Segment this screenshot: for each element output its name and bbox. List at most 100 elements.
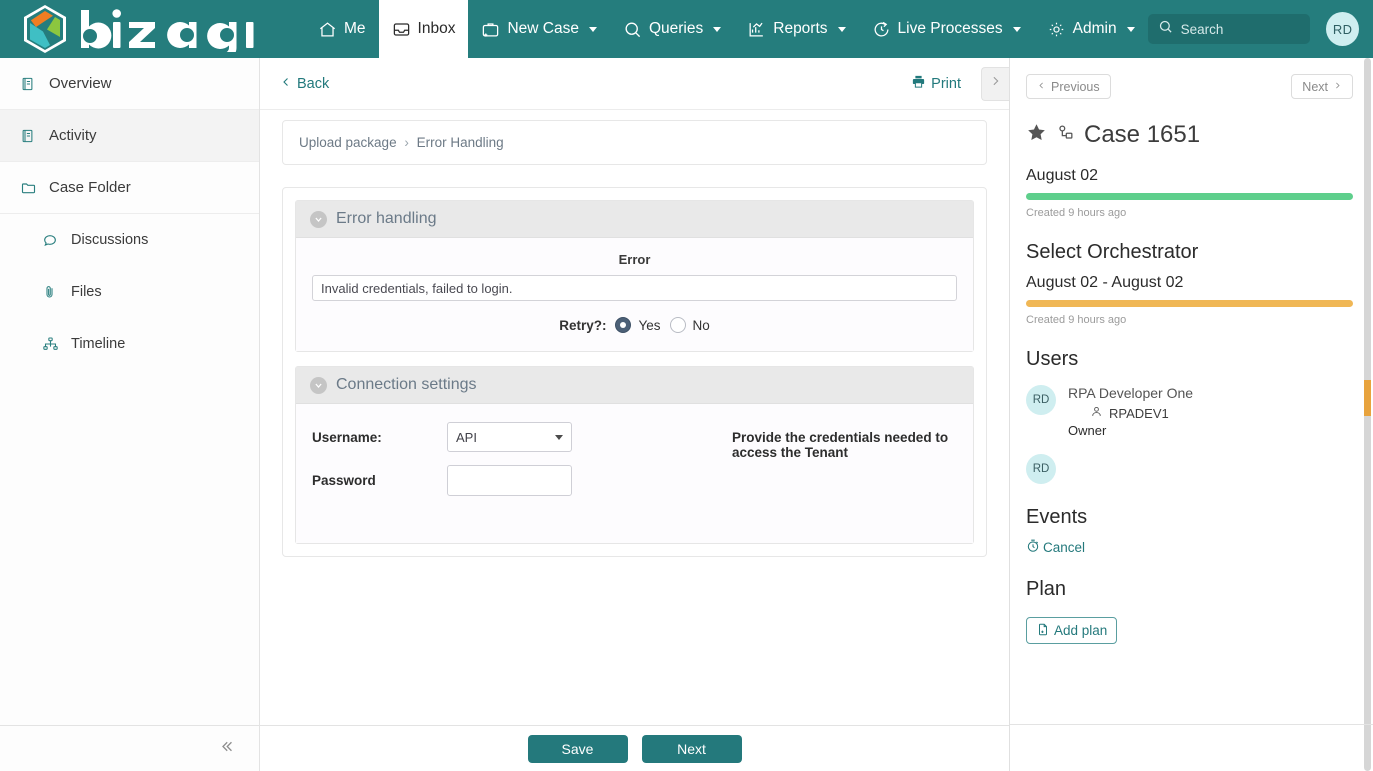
stage-heading: Select Orchestrator — [1026, 241, 1199, 263]
previous-case-button[interactable]: Previous — [1026, 74, 1111, 99]
username-row: Username: API — [312, 422, 732, 452]
retry-radio-group: Retry?: Yes No — [312, 317, 957, 333]
nav-label-queries: Queries — [648, 20, 704, 37]
case-details-panel: Previous Next Case 1651 August 02 Create… — [1010, 58, 1373, 771]
next-case-button[interactable]: Next — [1291, 74, 1353, 99]
right-panel-divider — [1010, 724, 1373, 725]
nav-item-live-processes[interactable]: Live Processes — [859, 0, 1034, 58]
bizagi-hexagon-icon — [24, 5, 66, 53]
search-input[interactable] — [1180, 21, 1301, 37]
nav-items: Me Inbox New Case Queries Reports Live P… — [305, 0, 1148, 58]
back-button[interactable]: Back — [280, 75, 329, 93]
current-activity-block: August 02 Created 9 hours ago — [1026, 167, 1353, 219]
nav-item-queries[interactable]: Queries — [610, 0, 734, 58]
document-plus-icon — [1036, 622, 1050, 640]
section-body: Username: API Password Provide the crede… — [296, 404, 973, 543]
plan-heading: Plan — [1026, 578, 1067, 600]
section-header[interactable]: Error handling — [296, 201, 973, 238]
event-label: Cancel — [1043, 540, 1086, 555]
avatar[interactable]: RD — [1326, 12, 1359, 46]
retry-option-no[interactable]: No — [669, 317, 710, 333]
users-heading: Users — [1026, 348, 1079, 370]
section-error-handling: Error handling Error Retry?: Yes — [295, 200, 974, 352]
user-login: RPADEV1 — [1109, 405, 1169, 421]
nav-item-me[interactable]: Me — [305, 0, 379, 58]
next-button[interactable]: Next — [641, 734, 742, 763]
sidebar-item-timeline[interactable]: Timeline — [0, 318, 259, 370]
username-value: API — [456, 429, 477, 445]
star-icon[interactable] — [1026, 122, 1047, 148]
inbox-icon — [392, 20, 411, 39]
case-title: Case 1651 — [1084, 121, 1201, 148]
nav-label-reports: Reports — [773, 20, 828, 37]
user-login-row: RPADEV1 — [1090, 405, 1193, 421]
form-footer: Save Next — [260, 725, 1009, 771]
chevron-down-icon[interactable] — [310, 210, 327, 228]
paperclip-icon — [42, 284, 60, 300]
sidebar-item-discussions[interactable]: Discussions — [0, 214, 259, 266]
chevron-left-icon — [1037, 80, 1046, 94]
live-processes-icon — [872, 20, 891, 39]
center-pane: Back Print Upload package › Error Handli… — [260, 58, 1010, 771]
case-title-row: Case 1651 — [1026, 121, 1353, 149]
stage-date-range: August 02 - August 02 — [1026, 274, 1184, 291]
radio-yes[interactable] — [615, 317, 632, 333]
password-row: Password — [312, 465, 732, 496]
nav-item-inbox[interactable]: Inbox — [378, 0, 469, 58]
username-select[interactable]: API — [447, 422, 572, 452]
chevron-left-icon — [280, 75, 292, 93]
bizagi-logo[interactable] — [22, 4, 257, 54]
user-role: Owner — [1068, 423, 1107, 438]
sidebar-item-label: Activity — [49, 127, 97, 144]
save-button[interactable]: Save — [527, 734, 628, 763]
chevron-right-icon — [989, 74, 1002, 93]
right-panel-scrollbar[interactable] — [1364, 58, 1371, 771]
sidebar-item-files[interactable]: Files — [0, 266, 259, 318]
user-list-item[interactable]: RD RPA Developer One RPADEV1 Owner — [1026, 385, 1353, 438]
breadcrumb-separator: › — [404, 135, 409, 150]
radio-no[interactable] — [669, 317, 686, 333]
nav-item-new-case[interactable]: New Case — [468, 0, 610, 58]
retry-option-yes[interactable]: Yes — [615, 317, 661, 333]
chevron-down-icon — [1012, 26, 1021, 32]
global-search[interactable] — [1147, 14, 1311, 44]
panel-collapse-toggle[interactable] — [981, 66, 1009, 101]
event-cancel[interactable]: Cancel — [1026, 539, 1353, 556]
section-header[interactable]: Connection settings — [296, 367, 973, 404]
sitemap-icon — [42, 336, 60, 352]
stage-created-meta: Created 9 hours ago — [1026, 314, 1127, 326]
sidebar-collapse-button[interactable] — [0, 725, 259, 771]
stage-progress-bar — [1026, 300, 1353, 307]
chevron-down-icon — [555, 434, 563, 440]
print-button[interactable]: Print — [911, 74, 961, 93]
case-form: Error handling Error Retry?: Yes — [282, 187, 987, 557]
avatar: RD — [1026, 385, 1056, 415]
search-icon — [623, 20, 642, 39]
password-input[interactable] — [447, 465, 572, 496]
user-list-item[interactable]: RD — [1026, 454, 1353, 484]
add-plan-button[interactable]: Add plan — [1026, 617, 1118, 644]
gear-icon — [1047, 20, 1066, 39]
section-title: Error handling — [336, 210, 437, 227]
sidebar-item-overview[interactable]: Overview — [0, 58, 259, 110]
nav-item-reports[interactable]: Reports — [734, 0, 858, 58]
sidebar-item-case-folder[interactable]: Case Folder — [0, 162, 259, 214]
left-sidebar: Overview Activity Case Folder Discussion… — [0, 58, 260, 771]
next-label: Next — [1302, 79, 1328, 94]
breadcrumb: Upload package › Error Handling — [282, 120, 987, 165]
error-input[interactable] — [312, 275, 957, 301]
double-chevron-left-icon — [218, 738, 235, 760]
reports-chart-icon — [747, 20, 766, 39]
chevron-down-icon — [588, 26, 597, 32]
sidebar-item-activity[interactable]: Activity — [0, 110, 259, 162]
stage-block: Select Orchestrator August 02 - August 0… — [1026, 241, 1353, 326]
sidebar-item-label: Overview — [49, 75, 112, 92]
chevron-down-icon[interactable] — [310, 376, 327, 394]
sidebar-item-label: Timeline — [71, 336, 126, 352]
events-heading: Events — [1026, 506, 1088, 528]
previous-label: Previous — [1051, 79, 1100, 94]
nav-item-admin[interactable]: Admin — [1034, 0, 1148, 58]
breadcrumb-root[interactable]: Upload package — [299, 135, 397, 150]
retry-no-label: No — [692, 317, 710, 333]
retry-yes-label: Yes — [638, 317, 661, 333]
